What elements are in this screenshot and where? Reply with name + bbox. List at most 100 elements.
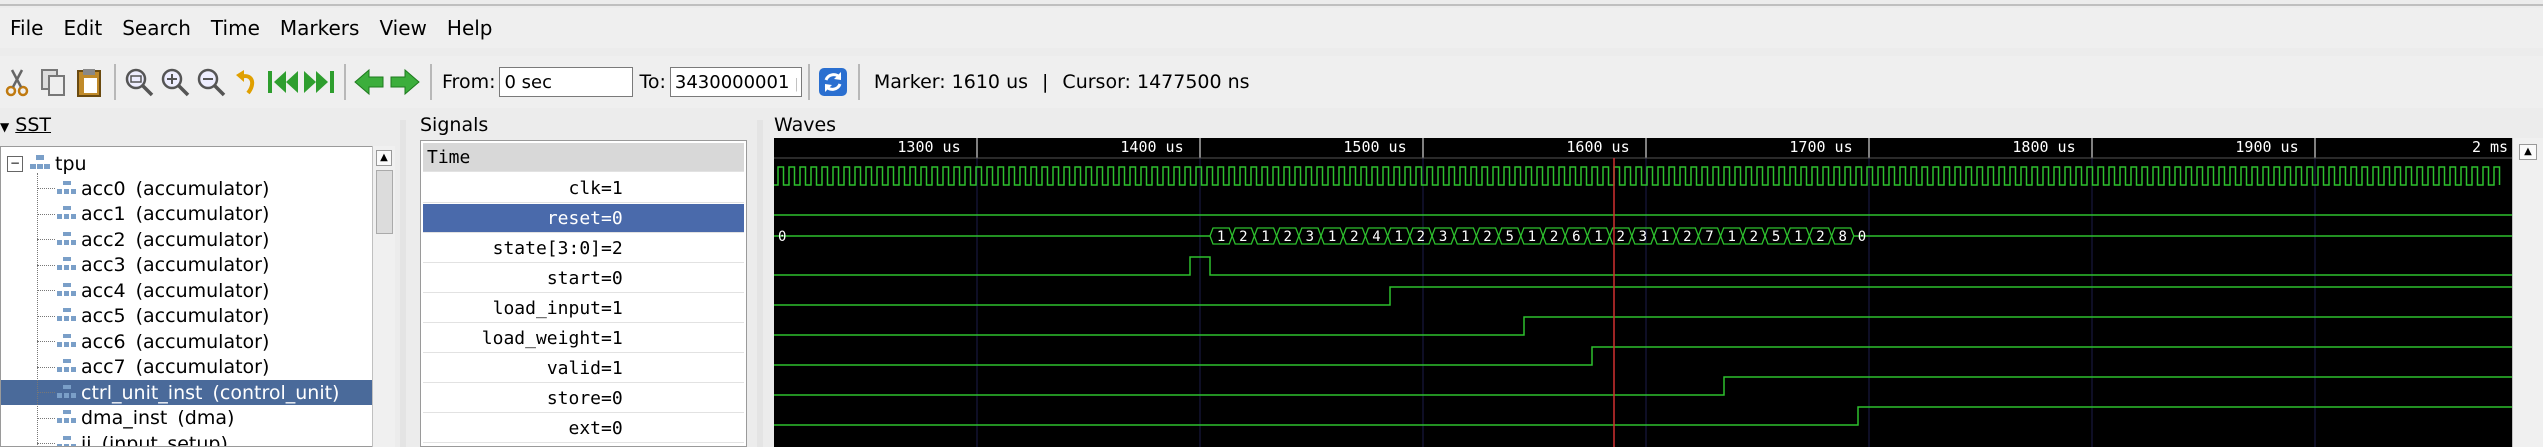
readout-separator: | xyxy=(1042,71,1049,93)
tree-item-acc7[interactable]: acc7 (accumulator) xyxy=(1,355,372,380)
tree-item-dma-inst[interactable]: dma_inst (dma) xyxy=(1,406,372,431)
sst-scrollbar[interactable]: ▲ xyxy=(372,146,395,447)
prev-icon[interactable] xyxy=(352,64,386,100)
signal-row-store[interactable]: store = 0 xyxy=(423,384,744,413)
state-value-label: 5 xyxy=(1772,229,1780,245)
tree-item-type: (accumulator) xyxy=(135,203,270,225)
tree-item-ctrl-unit-inst[interactable]: ctrl_unit_inst (control_unit) xyxy=(1,380,372,405)
zoom-in-icon[interactable] xyxy=(158,64,192,100)
next-icon[interactable] xyxy=(388,64,422,100)
tree-connector xyxy=(37,392,55,393)
from-input[interactable] xyxy=(499,67,634,97)
waveform-area[interactable]: 1300 us 1400 us 1500 us 1600 us 1700 us 1800 … xyxy=(774,138,2512,447)
module-icon xyxy=(57,280,77,302)
tree-connector xyxy=(37,417,55,419)
scroll-up-icon[interactable]: ▲ xyxy=(376,150,392,166)
tree-item-acc0[interactable]: acc0 (accumulator) xyxy=(1,176,372,201)
go-start-icon[interactable] xyxy=(266,64,300,100)
cut-icon[interactable] xyxy=(0,64,34,100)
menu-search[interactable]: Search xyxy=(112,16,201,40)
tree-item-acc1[interactable]: acc1 (accumulator) xyxy=(1,202,372,227)
tree-item-type: (control_unit) xyxy=(212,381,340,404)
expander-icon[interactable]: − xyxy=(7,155,23,172)
state-value-label: 1 xyxy=(1217,229,1225,245)
signal-row-clk[interactable]: clk = 1 xyxy=(423,174,744,203)
tree-item-name: ctrl_unit_inst xyxy=(81,381,203,404)
module-icon xyxy=(57,356,77,378)
zoom-out-icon[interactable] xyxy=(194,64,228,100)
signal-row-valid[interactable]: valid = 1 xyxy=(423,354,744,383)
signal-row-load-input[interactable]: load_input = 1 xyxy=(423,294,744,323)
state-value-label: 7 xyxy=(1705,229,1713,245)
to-input[interactable] xyxy=(669,67,802,97)
signal-equals: = xyxy=(601,357,612,379)
pane-splitter[interactable] xyxy=(757,120,763,447)
paste-icon[interactable] xyxy=(72,64,106,100)
signal-row-ext[interactable]: ext = 0 xyxy=(423,414,744,443)
state-value-label: 3 xyxy=(1639,229,1647,245)
time-tick-label: 1400 us xyxy=(1120,138,1183,156)
from-label: From: xyxy=(442,71,496,93)
signal-row-state30[interactable]: state[3:0] = 2 xyxy=(423,234,744,263)
waveform-canvas[interactable]: 1300 us 1400 us 1500 us 1600 us 1700 us 1800 … xyxy=(774,138,2512,447)
state-value-label: 1 xyxy=(1727,229,1735,245)
tree-connector xyxy=(37,315,55,317)
reload-icon[interactable] xyxy=(816,64,850,100)
menu-time[interactable]: Time xyxy=(201,16,270,40)
state-value-label: 2 xyxy=(1816,229,1824,245)
tree-connector xyxy=(37,366,55,368)
state-value-label: 1 xyxy=(1461,229,1469,245)
menu-file[interactable]: File xyxy=(0,16,53,40)
signal-name: load_weight xyxy=(481,327,601,349)
module-icon xyxy=(57,203,77,225)
module-icon xyxy=(57,407,77,429)
state-value-label: 0 xyxy=(1858,229,1866,245)
signal-value: 0 xyxy=(611,387,623,409)
tree-item-name: acc4 xyxy=(81,279,126,302)
tree-item-type: (accumulator) xyxy=(135,177,270,200)
module-icon xyxy=(57,229,77,251)
signal-name: store xyxy=(546,387,601,409)
signal-row-start[interactable]: start = 0 xyxy=(423,264,744,293)
time-tick-label: 1600 us xyxy=(1566,138,1629,156)
tree-item-name: acc2 xyxy=(81,228,126,251)
pane-splitter[interactable] xyxy=(400,120,406,447)
state-value-label: 4 xyxy=(1372,229,1380,245)
tree-item-acc2[interactable]: acc2 (accumulator) xyxy=(1,227,372,252)
cursor-readout: Cursor: 1477500 ns xyxy=(1062,71,1250,93)
zoom-fit-icon[interactable] xyxy=(122,64,156,100)
signal-row-load-weight[interactable]: load_weight = 1 xyxy=(423,324,744,353)
state-value-label: 1 xyxy=(1328,229,1336,245)
tree-item-acc5[interactable]: acc5 (accumulator) xyxy=(1,304,372,329)
signal-value: 2 xyxy=(611,237,623,259)
time-tick-label: 1700 us xyxy=(1789,138,1852,156)
scroll-up-icon[interactable]: ▲ xyxy=(2519,144,2537,160)
marker-readout: Marker: 1610 us xyxy=(873,71,1029,93)
tree-item-acc3[interactable]: acc3 (accumulator) xyxy=(1,253,372,278)
tree-item-name: acc7 xyxy=(81,356,126,378)
waves-scrollbar[interactable]: ▲ xyxy=(2512,138,2543,447)
scroll-thumb[interactable] xyxy=(376,170,393,234)
module-icon xyxy=(57,382,77,404)
collapse-arrow-icon[interactable]: ▼ xyxy=(0,120,9,134)
menu-help[interactable]: Help xyxy=(437,16,503,40)
tree-item-acc4[interactable]: acc4 (accumulator) xyxy=(1,278,372,303)
state-value-label: 2 xyxy=(1483,229,1491,245)
state-value-label: 2 xyxy=(1417,229,1425,245)
tree-item-name: acc1 xyxy=(81,203,126,225)
menu-view[interactable]: View xyxy=(369,16,436,40)
tree-item-ii[interactable]: ii (input_setup) xyxy=(1,431,372,446)
menu-edit[interactable]: Edit xyxy=(53,16,112,40)
tree-item-acc6[interactable]: acc6 (accumulator) xyxy=(1,329,372,354)
go-end-icon[interactable] xyxy=(302,64,336,100)
undo-icon[interactable] xyxy=(230,64,264,100)
signal-name: state[3:0] xyxy=(492,237,601,259)
tree-item-root[interactable]: − tpu xyxy=(7,151,87,176)
signals-header: Time xyxy=(423,143,744,172)
menu-markers[interactable]: Markers xyxy=(270,16,370,40)
signal-row-reset[interactable]: reset = 0 xyxy=(423,204,744,233)
tree-item-type: (accumulator) xyxy=(135,330,270,353)
copy-icon[interactable] xyxy=(36,64,70,100)
time-tick-label: 1900 us xyxy=(2235,138,2298,156)
sst-panel-title[interactable]: ▼ SST xyxy=(0,114,51,136)
